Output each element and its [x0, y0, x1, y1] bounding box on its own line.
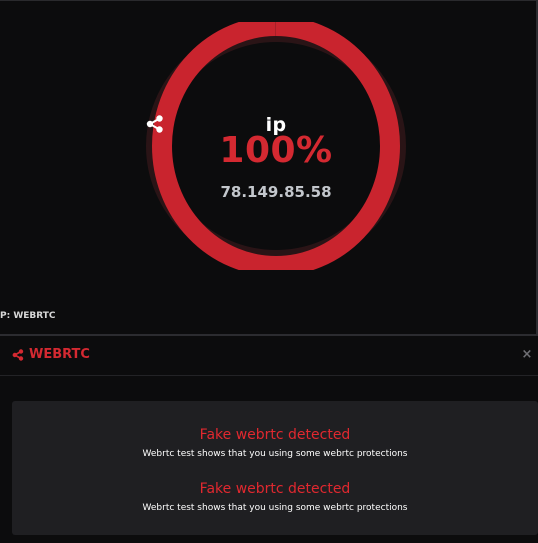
divider: [0, 0, 538, 1]
result-description: Webrtc test shows that you using some we…: [142, 449, 408, 459]
result-title: Fake webrtc detected: [199, 427, 351, 443]
section-caption: P: WEBRTC: [0, 311, 56, 321]
results-card: Fake webrtc detected Webrtc test shows t…: [12, 401, 538, 535]
webrtc-panel-header: WEBRTC ×: [0, 334, 538, 376]
gauge-percentage: 100%: [219, 130, 333, 171]
result-item: Fake webrtc detected Webrtc test shows t…: [12, 480, 538, 514]
panel-title: WEBRTC: [29, 347, 90, 362]
share-icon: [12, 349, 24, 361]
close-icon[interactable]: ×: [520, 346, 534, 364]
result-title: Fake webrtc detected: [199, 481, 351, 497]
ip-gauge: ip 100% 78.149.85.58: [146, 22, 406, 270]
webrtc-test-view: ip 100% 78.149.85.58 P: WEBRTC WEBRTC × …: [0, 0, 538, 543]
result-item: Fake webrtc detected Webrtc test shows t…: [12, 426, 538, 460]
result-description: Webrtc test shows that you using some we…: [142, 503, 408, 513]
ip-address: 78.149.85.58: [220, 183, 332, 201]
